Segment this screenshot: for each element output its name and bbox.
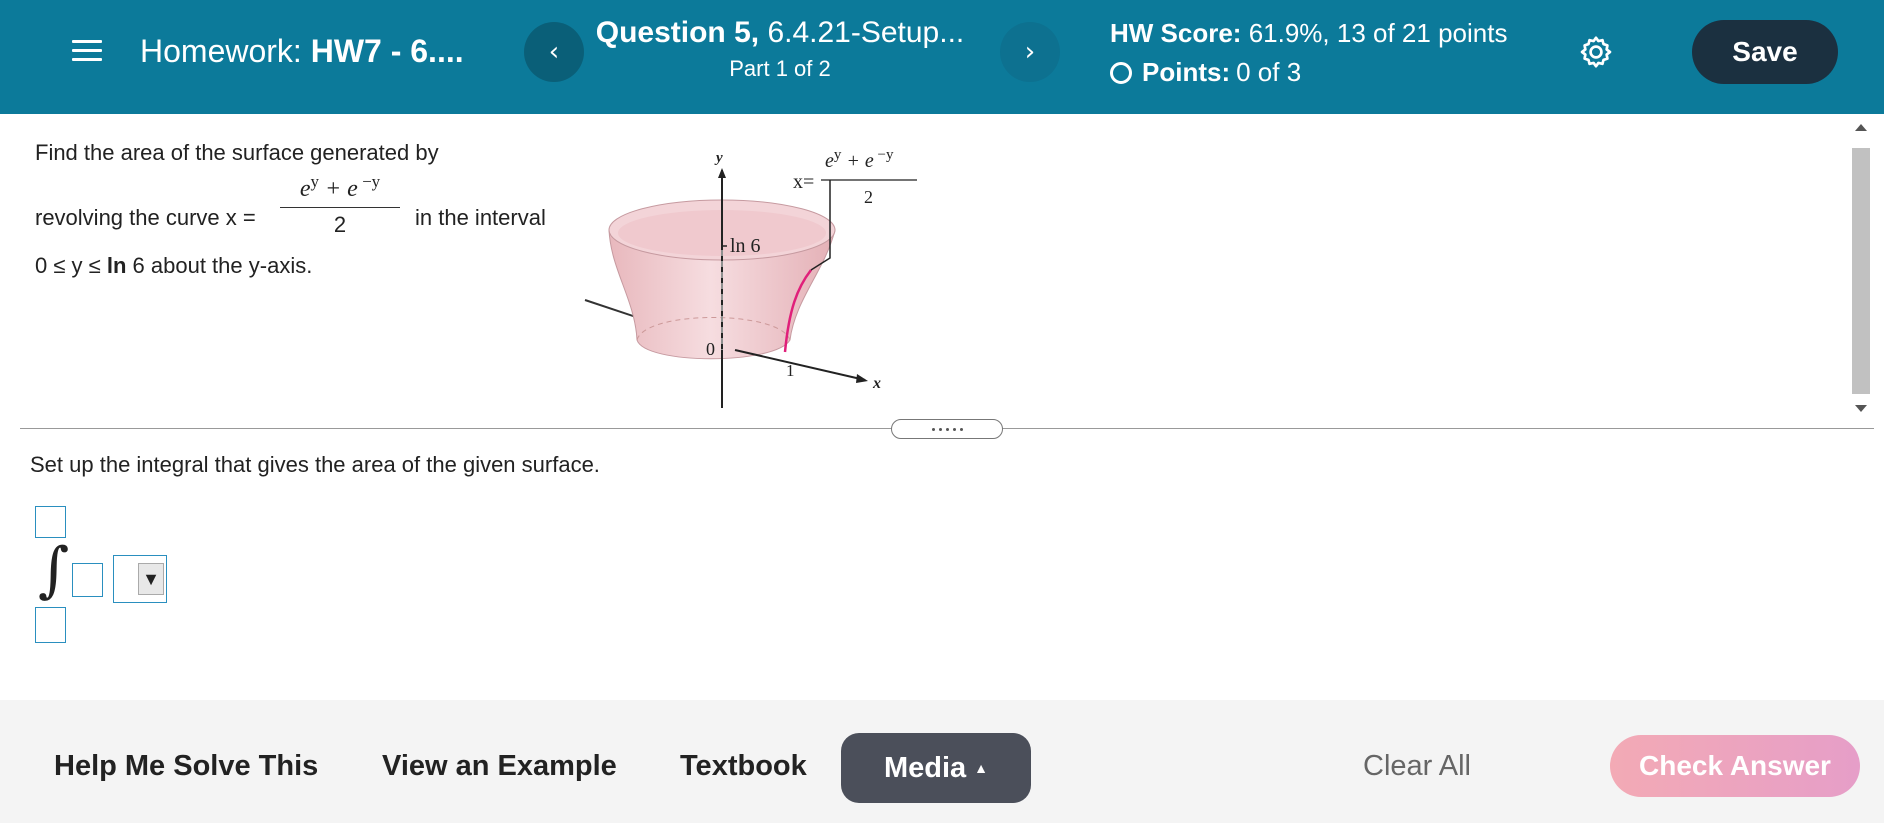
- question-part: Part 1 of 2: [729, 56, 831, 81]
- figure-eq-numerator: ey + e −y: [825, 147, 894, 172]
- question-id: 6.4.21-Setup...: [767, 16, 965, 49]
- curve-equation-fraction: ey + e −y 2: [280, 172, 400, 238]
- origin-label: 0: [706, 339, 715, 359]
- ln6-label: ln 6: [730, 235, 761, 257]
- help-me-solve-button[interactable]: Help Me Solve This: [54, 750, 318, 783]
- upper-limit-input[interactable]: [35, 506, 66, 538]
- x-axis-front: [734, 349, 866, 381]
- question-info: Question 5, 6.4.21-Setup... Part 1 of 2: [580, 16, 980, 82]
- scroll-thumb[interactable]: [1852, 148, 1870, 394]
- clear-all-button[interactable]: Clear All: [1363, 750, 1471, 783]
- homework-label: Homework:: [140, 33, 302, 69]
- homework-name[interactable]: HW7 - 6....: [311, 33, 464, 69]
- points-value: 0 of 3: [1236, 57, 1302, 87]
- fraction-numerator: ey + e −y: [299, 172, 381, 202]
- problem-scrollbar[interactable]: [1850, 122, 1872, 422]
- figure-eq-denominator: 2: [864, 187, 873, 207]
- dropdown-arrow-icon[interactable]: ▼: [138, 563, 164, 595]
- check-answer-button[interactable]: Check Answer: [1610, 735, 1860, 797]
- points-label: Points:: [1142, 57, 1231, 87]
- pane-resize-handle[interactable]: [891, 419, 1003, 439]
- chevron-left-icon: ‹: [548, 37, 560, 67]
- differential-dropdown[interactable]: ▼: [113, 555, 167, 603]
- caret-up-icon: ▲: [974, 760, 989, 776]
- problem-line-3: 0 ≤ y ≤ ln 6 about the y-axis.: [35, 253, 313, 278]
- surface-figure: y x ln 6 0 1 x= ey + e −y 2: [584, 147, 917, 408]
- homework-title: Homework: HW7 - 6....: [140, 33, 464, 70]
- textbook-button[interactable]: Textbook: [680, 750, 807, 783]
- hw-score-label: HW Score:: [1110, 18, 1242, 48]
- media-button[interactable]: Media ▲: [841, 733, 1031, 803]
- hw-score-value: 61.9%, 13 of 21 points: [1248, 18, 1508, 48]
- hw-score: HW Score: 61.9%, 13 of 21 points: [1110, 18, 1507, 49]
- save-button[interactable]: Save: [1692, 20, 1838, 84]
- next-question-button[interactable]: ›: [1000, 22, 1060, 82]
- previous-question-button[interactable]: ‹: [524, 22, 584, 82]
- x-axis-label: x: [872, 375, 881, 392]
- gear-icon[interactable]: [1578, 34, 1614, 70]
- integral-symbol: ∫: [38, 535, 70, 605]
- media-label: Media: [883, 751, 967, 784]
- lower-limit-input[interactable]: [35, 607, 66, 643]
- integrand-input[interactable]: [72, 563, 103, 597]
- one-label: 1: [786, 361, 795, 380]
- score-info: HW Score: 61.9%, 13 of 21 points Points:…: [1110, 18, 1507, 88]
- question-title: Question 5, 6.4.21-Setup...: [580, 16, 980, 50]
- chevron-right-icon: ›: [1024, 37, 1036, 67]
- problem-line-2-prefix: revolving the curve x =: [35, 205, 256, 230]
- y-axis-label: y: [714, 150, 723, 166]
- question-instruction: Set up the integral that gives the area …: [30, 452, 600, 477]
- scroll-up-arrow-icon[interactable]: [1855, 124, 1867, 131]
- view-example-button[interactable]: View an Example: [382, 750, 617, 783]
- fraction-denominator: 2: [333, 212, 347, 237]
- problem-line-2-suffix: in the interval: [415, 205, 546, 230]
- figure-eq-x: x=: [793, 171, 814, 193]
- menu-icon[interactable]: [72, 36, 102, 66]
- circle-icon: [1110, 61, 1132, 84]
- question-number: Question 5,: [595, 16, 760, 49]
- scroll-down-arrow-icon[interactable]: [1855, 405, 1867, 412]
- top-bar: Homework: HW7 - 6.... ‹ Question 5, 6.4.…: [0, 0, 1884, 114]
- problem-line-1: Find the area of the surface generated b…: [35, 140, 439, 165]
- points: Points: 0 of 3: [1110, 57, 1507, 88]
